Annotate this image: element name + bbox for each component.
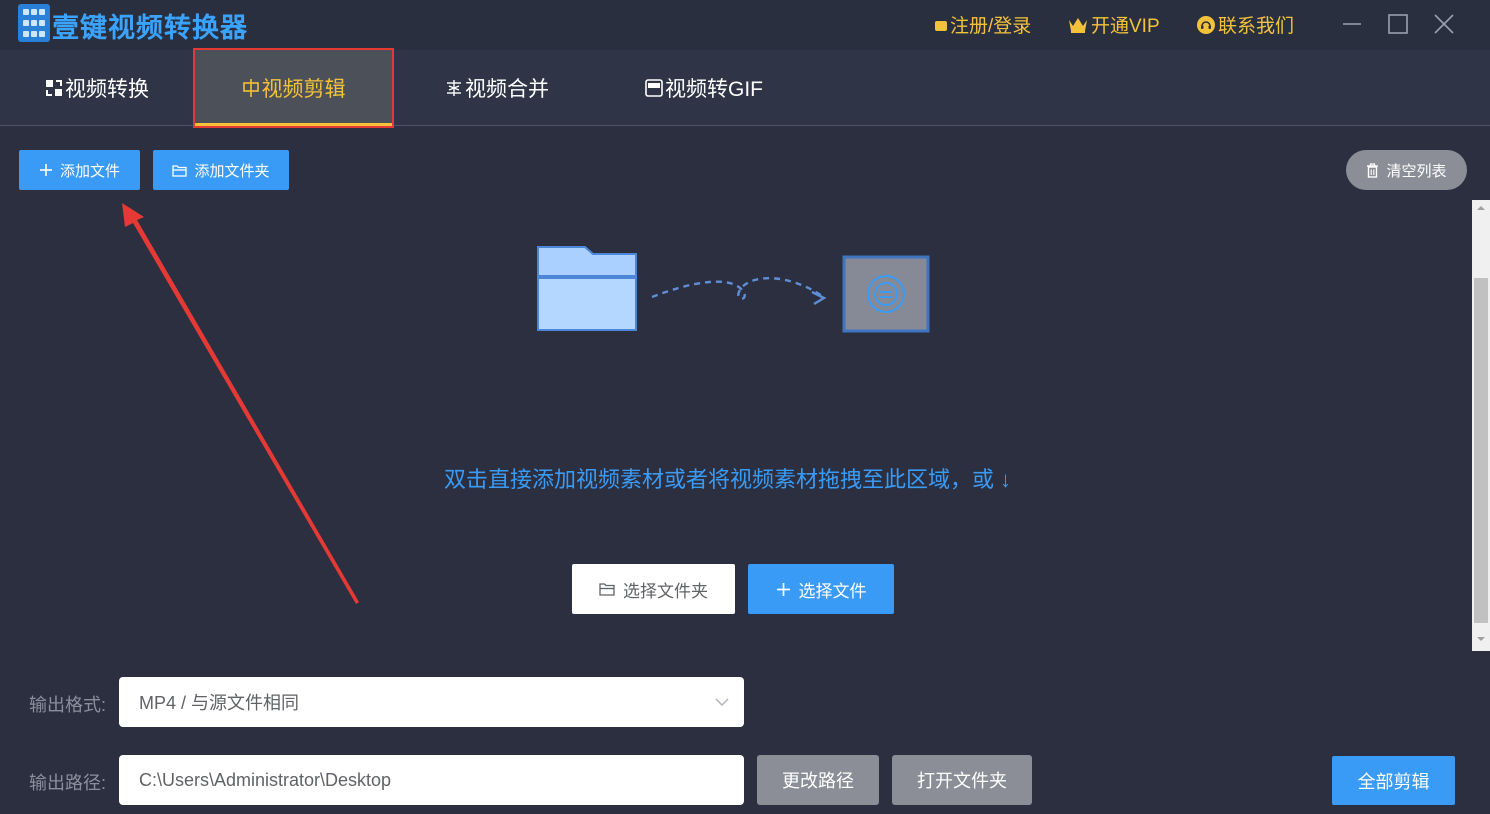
drop-illustration: [537, 246, 930, 333]
select-folder-button[interactable]: 选择文件夹: [572, 564, 735, 614]
annotation-arrow-icon: [122, 203, 359, 604]
add-folder-label: 添加文件夹: [194, 162, 270, 180]
tab-label: 视频转换: [65, 78, 149, 101]
convert-icon: [46, 80, 62, 96]
maximize-icon[interactable]: [1384, 10, 1412, 38]
register-login-label: 注册/登录: [950, 16, 1032, 37]
contact-label: 联系我们: [1218, 16, 1295, 37]
add-file-button[interactable]: 添加文件: [19, 150, 140, 190]
folder-icon: [172, 164, 188, 177]
add-folder-button[interactable]: 添加文件夹: [153, 150, 289, 190]
tab-video-convert[interactable]: 视频转换: [45, 50, 149, 126]
headset-icon: [1197, 15, 1215, 34]
tab-label: 视频剪辑: [261, 78, 346, 101]
tab-label: 视频转GIF: [665, 78, 763, 101]
folder-icon: [599, 583, 615, 596]
open-folder-button[interactable]: 打开文件夹: [892, 755, 1032, 805]
minimize-icon[interactable]: [1338, 10, 1366, 38]
app-logo-icon: [18, 4, 50, 42]
tab-bar: 视频转换 视频剪辑 视频合并 视频转GIF: [0, 48, 1490, 128]
register-login-link[interactable]: 注册/登录: [935, 11, 1031, 38]
title-bar: 壹键视频转换器 注册/登录 开通VIP 联系我们: [0, 0, 1490, 50]
tab-video-merge[interactable]: 视频合并: [445, 50, 549, 126]
cut-icon: [242, 79, 259, 97]
clear-list-button[interactable]: 清空列表: [1346, 150, 1467, 190]
output-path-label: 输出路径:: [29, 773, 107, 793]
crown-icon: [1069, 17, 1087, 33]
tab-video-gif[interactable]: 视频转GIF: [645, 50, 763, 126]
output-format-value: MP4 / 与源文件相同: [139, 693, 300, 713]
trash-icon: [1367, 162, 1379, 178]
chevron-down-icon: [715, 698, 729, 707]
user-icon: [935, 20, 947, 31]
scroll-down-icon[interactable]: [1475, 634, 1487, 644]
close-icon[interactable]: [1430, 10, 1458, 38]
output-format-select[interactable]: MP4 / 与源文件相同: [119, 677, 744, 727]
cut-all-button[interactable]: 全部剪辑: [1332, 756, 1455, 805]
plus-icon: [39, 164, 52, 176]
plus-icon: [776, 582, 790, 596]
dashed-arrow-icon: [651, 277, 823, 300]
merge-icon: [447, 80, 461, 96]
video-file-icon: [842, 255, 930, 333]
add-file-label: 添加文件: [59, 162, 120, 180]
tab-label: 视频合并: [465, 78, 549, 101]
folder-illustration-icon: [537, 246, 637, 331]
select-folder-label: 选择文件夹: [623, 581, 708, 601]
gif-icon: [645, 79, 663, 97]
app-title: 壹键视频转换器: [52, 13, 248, 43]
change-path-button[interactable]: 更改路径: [757, 755, 879, 805]
vip-link[interactable]: 开通VIP: [1068, 11, 1160, 38]
scrollbar-thumb[interactable]: [1474, 278, 1488, 623]
tab-video-edit[interactable]: 视频剪辑: [193, 48, 394, 128]
select-file-label: 选择文件: [798, 581, 867, 601]
select-file-button[interactable]: 选择文件: [748, 564, 894, 614]
vip-label: 开通VIP: [1091, 16, 1160, 37]
output-path-input[interactable]: [119, 755, 744, 805]
contact-link[interactable]: 联系我们: [1197, 11, 1294, 38]
output-format-label: 输出格式:: [29, 695, 107, 715]
scroll-up-icon[interactable]: [1475, 203, 1487, 213]
clear-list-label: 清空列表: [1386, 162, 1447, 180]
